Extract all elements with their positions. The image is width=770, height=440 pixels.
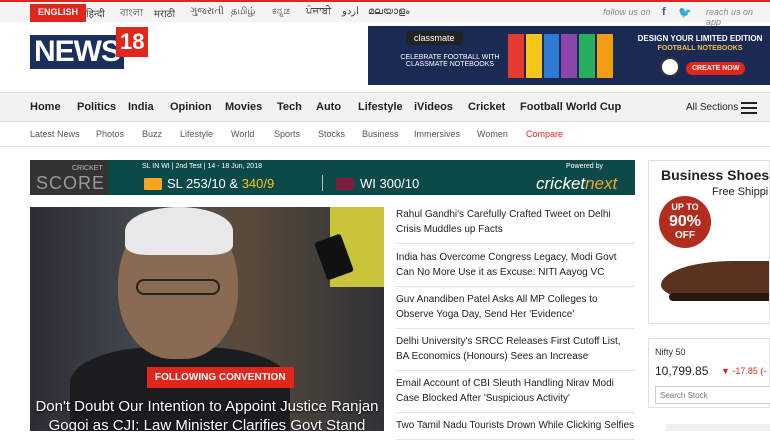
sl-score-text: SL 253/10 & xyxy=(167,176,239,191)
shoes-ad[interactable]: Business Shoes Free Shipping UP TO 90% O… xyxy=(648,160,770,324)
subnav-immersives[interactable]: Immersives xyxy=(414,129,460,139)
cricketnext-logo-a: cricket xyxy=(536,174,586,193)
subnav-lifestyle[interactable]: Lifestyle xyxy=(180,129,213,139)
score-divider xyxy=(322,175,323,191)
facebook-icon[interactable]: f xyxy=(662,6,666,18)
discount-line-1: UP TO xyxy=(671,202,699,212)
hero-headline[interactable]: Don't Doubt Our Intention to Appoint Jus… xyxy=(30,397,384,431)
subnav-stocks[interactable]: Stocks xyxy=(318,129,345,139)
hero-tag: FOLLOWING CONVENTION xyxy=(147,367,294,388)
score-tag-small: CRICKET xyxy=(72,165,103,172)
subnav-world[interactable]: World xyxy=(231,129,254,139)
ad-brand: classmate xyxy=(406,31,463,45)
all-sections-label[interactable]: All Sections xyxy=(686,102,738,113)
stock-index-name: Nifty 50 xyxy=(655,347,686,357)
news-item[interactable]: India has Overcome Congress Legacy, Modi… xyxy=(396,250,635,287)
discount-line-3: OFF xyxy=(675,230,695,241)
lang-english[interactable]: ENGLISH xyxy=(30,4,87,22)
lang-urdu[interactable]: اردو xyxy=(342,6,359,17)
logo-number: 18 xyxy=(116,27,149,57)
stock-widget-footer xyxy=(666,424,770,431)
nav-ivideos[interactable]: iVideos xyxy=(414,101,453,113)
lang-bangla[interactable]: বাংলা xyxy=(120,6,143,23)
wi-score: WI 300/10 xyxy=(360,176,420,191)
score-tag-big: SCORE xyxy=(36,173,106,193)
stock-value: 10,799.85 xyxy=(655,364,709,378)
main-nav: Home Politics India Opinion Movies Tech … xyxy=(0,92,770,122)
lang-tamil[interactable]: தமிழ் xyxy=(231,6,255,18)
subnav-photos[interactable]: Photos xyxy=(96,129,124,139)
discount-percent: 90% xyxy=(668,213,702,230)
subnav-business[interactable]: Business xyxy=(362,129,399,139)
stock-change: ▼ -17.85 (- xyxy=(721,366,767,376)
subnav-sports[interactable]: Sports xyxy=(274,129,300,139)
shoes-ad-subtitle: Free Shipping xyxy=(712,186,769,198)
logo-news-text: NEWS xyxy=(30,35,124,69)
shoe-sole xyxy=(669,293,769,301)
subnav-compare[interactable]: Compare xyxy=(526,129,563,139)
lang-marathi[interactable]: मराठी xyxy=(154,6,175,20)
subnav-latest-news[interactable]: Latest News xyxy=(30,129,80,139)
discount-badge: UP TO 90% OFF xyxy=(659,196,711,248)
nav-politics[interactable]: Politics xyxy=(77,101,116,113)
follow-label: follow us on xyxy=(603,7,651,17)
stock-widget: Nifty 50 10,799.85 ▼ -17.85 (- xyxy=(648,338,770,408)
news-item[interactable]: Two Tamil Nadu Tourists Drown While Clic… xyxy=(396,418,635,440)
nav-opinion[interactable]: Opinion xyxy=(170,101,212,113)
cricket-score-tag: CRICKET SCORE xyxy=(30,160,108,195)
news-item[interactable]: Guv Anandiben Patel Asks All MP Colleges… xyxy=(396,292,635,329)
nav-tech[interactable]: Tech xyxy=(277,101,302,113)
hero-image-hair xyxy=(125,207,233,255)
twitter-icon[interactable]: 🐦 xyxy=(678,6,692,19)
match-info: SL IN WI | 2nd Test | 14 - 18 Jun, 2018 xyxy=(142,163,262,170)
reach-label: reach us on app xyxy=(706,7,754,27)
sub-nav: Latest News Photos Buzz Lifestyle World … xyxy=(0,123,770,147)
sl-score: SL 253/10 & 340/9 xyxy=(167,176,274,191)
cricket-score-bar[interactable]: CRICKET SCORE SL IN WI | 2nd Test | 14 -… xyxy=(30,160,635,195)
ad-subtext: CELEBRATE FOOTBALL WITH CLASSMATE NOTEBO… xyxy=(400,54,500,68)
lang-malayalam[interactable]: മലയാളം xyxy=(368,6,409,17)
lang-punjabi[interactable]: ਪੰਜਾਬੀ xyxy=(306,6,331,17)
stock-search-input[interactable] xyxy=(655,386,770,404)
nav-cricket[interactable]: Cricket xyxy=(468,101,505,113)
subnav-buzz[interactable]: Buzz xyxy=(142,129,162,139)
hamburger-menu-icon[interactable] xyxy=(741,102,757,114)
powered-by-label: Powered by xyxy=(566,163,603,170)
nav-football-world-cup[interactable]: Football World Cup xyxy=(520,101,621,113)
ad-notebooks-image xyxy=(508,34,613,78)
west-indies-flag-icon xyxy=(336,178,354,190)
news-item[interactable]: Email Account of CBI Sleuth Handling Nir… xyxy=(396,376,635,413)
nav-lifestyle[interactable]: Lifestyle xyxy=(358,101,403,113)
cricketnext-logo: cricketnext xyxy=(536,174,617,194)
sri-lanka-flag-icon xyxy=(144,178,162,190)
subnav-women[interactable]: Women xyxy=(477,129,508,139)
cricketnext-logo-b: next xyxy=(585,174,618,193)
ad-title: DESIGN YOUR LIMITED EDITION xyxy=(637,34,763,43)
shoes-ad-title: Business Shoes xyxy=(661,167,770,183)
ad-title-2: FOOTBALL NOTEBOOKS xyxy=(657,45,743,52)
hero-image-glasses xyxy=(136,279,220,295)
news-item[interactable]: Rahul Gandhi's Carefully Crafted Tweet o… xyxy=(396,207,635,244)
hero-story[interactable]: FOLLOWING CONVENTION Don't Doubt Our Int… xyxy=(30,207,384,431)
lang-gujarati[interactable]: ગુજરાતી xyxy=(190,6,224,17)
news-item[interactable]: Delhi University's SRCC Releases First C… xyxy=(396,334,635,371)
ad-create-button[interactable]: CREATE NOW xyxy=(686,62,746,75)
football-icon xyxy=(660,57,680,77)
nav-movies[interactable]: Movies xyxy=(225,101,262,113)
lang-kannada[interactable]: ಕನ್ನಡ xyxy=(272,6,290,17)
nav-auto[interactable]: Auto xyxy=(316,101,341,113)
language-bar: ENGLISH हिन्दी বাংলা मराठी ગુજરાતી தமிழ்… xyxy=(0,0,770,27)
sl-live-score: 340/9 xyxy=(241,176,275,191)
lang-hindi[interactable]: हिन्दी xyxy=(86,6,105,20)
nav-home[interactable]: Home xyxy=(30,101,61,113)
nav-india[interactable]: India xyxy=(128,101,154,113)
banner-ad[interactable]: classmate CELEBRATE FOOTBALL WITH CLASSM… xyxy=(368,26,770,85)
